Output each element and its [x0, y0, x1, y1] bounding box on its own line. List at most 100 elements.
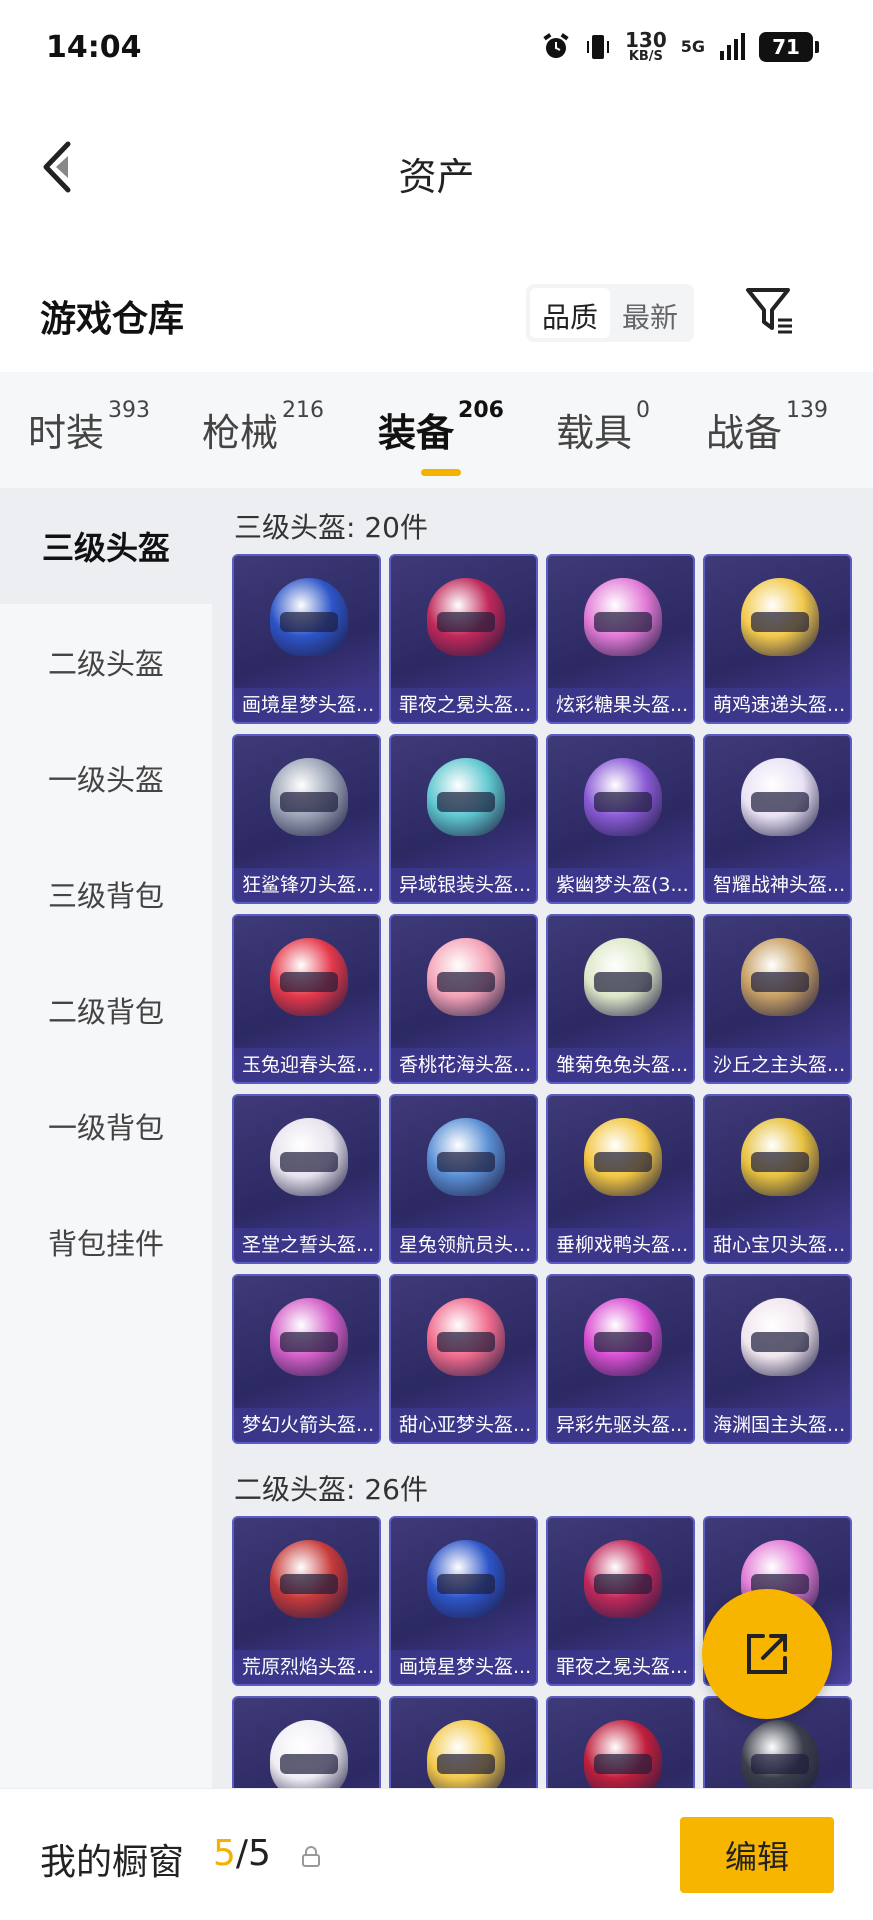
item-card[interactable]: 智耀战神头盔...	[703, 734, 852, 904]
item-card[interactable]: 甜心亚梦头盔...	[389, 1274, 538, 1444]
warehouse-title: 游戏仓库	[40, 299, 185, 340]
helmet-visor	[437, 1332, 495, 1352]
item-card[interactable]: 罪夜之冕头盔...	[546, 1516, 695, 1686]
item-card[interactable]: 沙丘之主头盔...	[703, 914, 852, 1084]
item-card[interactable]: 异域银装头盔...	[389, 734, 538, 904]
tab-fashion[interactable]: 时装393	[28, 372, 150, 488]
item-name: 炫彩糖果头盔...	[548, 688, 693, 722]
navigation-bar: 资产	[0, 110, 873, 220]
helmet-visor	[437, 1574, 495, 1594]
tab-vehicles[interactable]: 载具0	[556, 372, 650, 488]
sidebar-item-level3-helmet[interactable]: 三级头盔	[0, 488, 212, 604]
item-card[interactable]: 海渊国主头盔...	[703, 1274, 852, 1444]
item-card[interactable]	[389, 1696, 538, 1788]
sidebar-item-backpack-charm[interactable]: 背包挂件	[0, 1184, 212, 1300]
item-card[interactable]: 萌鸡速递头盔...	[703, 554, 852, 724]
item-card[interactable]: 荒原烈焰头盔...	[232, 1516, 381, 1686]
sidebar-item-level1-helmet[interactable]: 一级头盔	[0, 720, 212, 836]
helmet-visor	[437, 612, 495, 632]
helmet-visor	[751, 792, 809, 812]
item-card[interactable]: 梦幻火箭头盔...	[232, 1274, 381, 1444]
item-card[interactable]	[546, 1696, 695, 1788]
item-name: 智耀战神头盔...	[705, 868, 850, 902]
category-tabs: 时装393 枪械216 装备206 载具0 战备139	[0, 372, 873, 488]
share-icon	[747, 1634, 787, 1674]
helmet-visor	[594, 1754, 652, 1774]
item-card[interactable]: 紫幽梦头盔(3...	[546, 734, 695, 904]
sidebar-item-level2-backpack[interactable]: 二级背包	[0, 952, 212, 1068]
tab-equipment[interactable]: 装备206	[378, 372, 504, 488]
item-card[interactable]: 香桃花海头盔...	[389, 914, 538, 1084]
tab-supplies[interactable]: 战备139	[706, 372, 828, 488]
helmet-visor	[594, 1152, 652, 1172]
alarm-icon	[543, 32, 569, 58]
item-name: 画境星梦头盔...	[234, 688, 379, 722]
item-name: 紫幽梦头盔(3...	[548, 868, 693, 902]
helmet-visor	[594, 1332, 652, 1352]
share-button[interactable]	[702, 1589, 832, 1719]
item-card[interactable]: 画境星梦头盔...	[389, 1516, 538, 1686]
helmet-visor	[280, 1754, 338, 1774]
item-name: 玉兔迎春头盔...	[234, 1048, 379, 1082]
item-card[interactable]	[232, 1696, 381, 1788]
item-name: 垂柳戏鸭头盔...	[548, 1228, 693, 1262]
helmet-visor	[751, 972, 809, 992]
item-card[interactable]: 玉兔迎春头盔...	[232, 914, 381, 1084]
net-speed: 130 KB/S	[624, 28, 667, 64]
item-name: 罪夜之冕头盔...	[391, 688, 536, 722]
item-card[interactable]: 圣堂之誓头盔...	[232, 1094, 381, 1264]
sidebar-item-level1-backpack[interactable]: 一级背包	[0, 1068, 212, 1184]
sort-newest-button[interactable]: 最新	[610, 288, 690, 338]
helmet-visor	[437, 972, 495, 992]
helmet-visor	[280, 972, 338, 992]
vibrate-icon	[586, 34, 609, 59]
helmet-visor	[751, 1754, 809, 1774]
subcategory-sidebar: 三级头盔 二级头盔 一级头盔 三级背包 二级背包 一级背包 背包挂件	[0, 488, 212, 1788]
active-tab-indicator	[421, 469, 461, 476]
helmet-visor	[594, 1574, 652, 1594]
page-title: 资产	[398, 155, 475, 199]
item-name: 星兔领航员头...	[391, 1228, 536, 1262]
helmet-visor	[437, 1152, 495, 1172]
item-name: 异彩先驱头盔...	[548, 1408, 693, 1442]
sidebar-item-level3-backpack[interactable]: 三级背包	[0, 836, 212, 952]
item-name: 圣堂之誓头盔...	[234, 1228, 379, 1262]
filter-icon[interactable]	[744, 284, 796, 338]
helmet-visor	[280, 1574, 338, 1594]
sort-quality-button[interactable]: 品质	[530, 288, 611, 338]
section-title: 二级头盔: 26件	[234, 1473, 428, 1506]
section-title: 三级头盔: 20件	[234, 511, 428, 544]
item-card[interactable]: 罪夜之冕头盔...	[389, 554, 538, 724]
status-icons: 130 KB/S 5G 71	[541, 28, 819, 64]
helmet-visor	[751, 1152, 809, 1172]
network-type: 5G	[680, 37, 705, 56]
helmet-visor	[594, 972, 652, 992]
helmet-visor	[751, 1332, 809, 1352]
status-bar: 14:04 130 KB/S 5G 71	[0, 0, 873, 100]
helmet-visor	[437, 792, 495, 812]
lock-icon	[302, 1846, 320, 1867]
item-card[interactable]: 炫彩糖果头盔...	[546, 554, 695, 724]
item-name: 萌鸡速递头盔...	[705, 688, 850, 722]
item-card[interactable]: 甜心宝贝头盔...	[703, 1094, 852, 1264]
item-name: 海渊国主头盔...	[705, 1408, 850, 1442]
item-card[interactable]: 狂鲨锋刃头盔...	[232, 734, 381, 904]
edit-button[interactable]: 编辑	[680, 1817, 834, 1893]
item-card[interactable]: 雏菊兔兔头盔...	[546, 914, 695, 1084]
sidebar-item-level2-helmet[interactable]: 二级头盔	[0, 604, 212, 720]
item-name: 狂鲨锋刃头盔...	[234, 868, 379, 902]
item-card[interactable]: 画境星梦头盔...	[232, 554, 381, 724]
item-card[interactable]: 异彩先驱头盔...	[546, 1274, 695, 1444]
item-grid: 画境星梦头盔... 罪夜之冕头盔... 炫彩糖果头盔... 萌鸡速递头盔... 狂鲨锋刃…	[212, 554, 873, 1444]
item-card[interactable]: 垂柳戏鸭头盔...	[546, 1094, 695, 1264]
item-name: 罪夜之冕头盔...	[548, 1650, 693, 1684]
helmet-visor	[437, 1754, 495, 1774]
item-name: 甜心宝贝头盔...	[705, 1228, 850, 1262]
helmet-visor	[594, 612, 652, 632]
sort-toggle: 品质 最新	[526, 284, 695, 342]
tab-weapons[interactable]: 枪械216	[202, 372, 324, 488]
helmet-visor	[280, 612, 338, 632]
item-card[interactable]: 星兔领航员头...	[389, 1094, 538, 1264]
item-name: 雏菊兔兔头盔...	[548, 1048, 693, 1082]
showcase-count: 5/5	[213, 1833, 271, 1874]
